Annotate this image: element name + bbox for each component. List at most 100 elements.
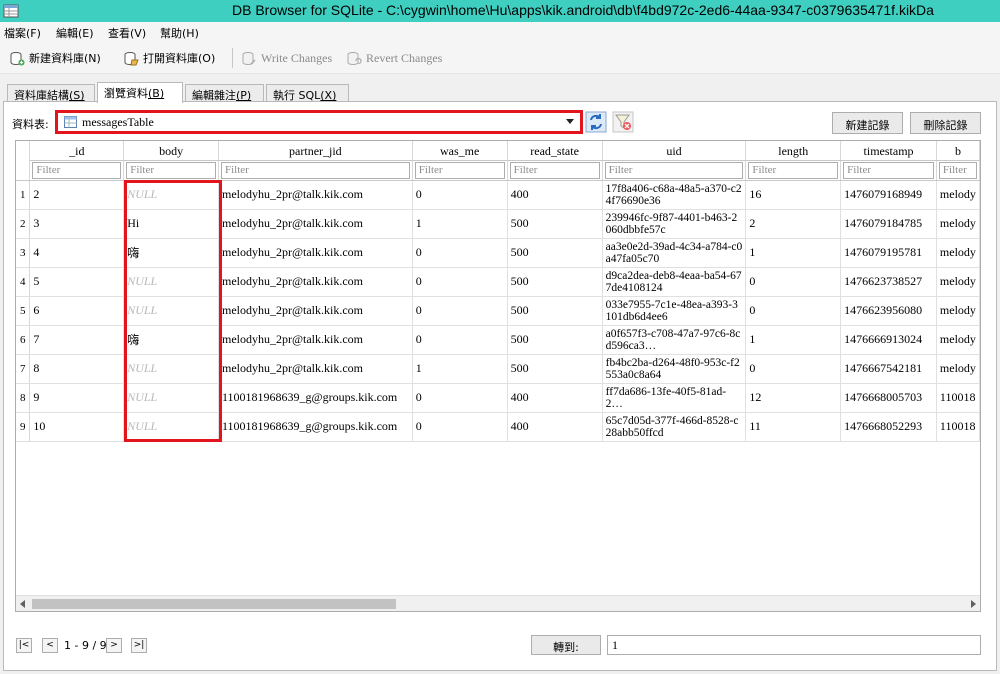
table-cell[interactable]: 400 — [507, 383, 603, 413]
table-cell[interactable]: 1476668052293 — [840, 412, 937, 442]
table-cell[interactable]: 12 — [745, 383, 842, 413]
column-filter-input[interactable]: Filter — [414, 161, 505, 179]
table-cell[interactable]: 1476079168949 — [840, 180, 937, 210]
goto-input[interactable]: 1 — [607, 635, 981, 655]
table-cell[interactable]: melodyhu_2pr@talk.kik.com — [218, 180, 413, 210]
delete-record-button[interactable]: 刪除記錄 — [910, 112, 981, 134]
table-cell[interactable]: 400 — [507, 412, 603, 442]
table-cell[interactable]: a0f657f3-c708-47a7-97c6-8cd596ca3… — [602, 325, 747, 355]
clear-filters-icon[interactable] — [612, 111, 634, 133]
table-cell[interactable]: 110018 — [936, 412, 980, 442]
table-cell[interactable]: melodyhu_2pr@talk.kik.com — [218, 238, 413, 268]
column-filter-input[interactable]: Filter — [748, 161, 839, 179]
table-cell[interactable]: melody — [936, 296, 980, 326]
column-header[interactable]: read_state — [507, 141, 603, 161]
table-cell[interactable]: 3 — [29, 209, 125, 239]
next-page-button[interactable]: > — [106, 638, 122, 653]
column-header[interactable]: was_me — [412, 141, 508, 161]
new-record-button[interactable]: 新建記錄 — [832, 112, 903, 134]
table-cell[interactable]: 500 — [507, 209, 603, 239]
table-cell[interactable]: 17f8a406-c68a-48a5-a370-c24f76690e36 — [602, 180, 747, 210]
table-cell[interactable]: 65c7d05d-377f-466d-8528-c28abb50ffcd — [602, 412, 747, 442]
table-cell[interactable]: 1100181968639_g@groups.kik.com — [218, 412, 413, 442]
table-cell[interactable]: 1 — [412, 209, 508, 239]
table-cell[interactable]: melodyhu_2pr@talk.kik.com — [218, 325, 413, 355]
table-cell[interactable]: 1 — [745, 325, 842, 355]
menu-edit[interactable]: 編輯(E) — [56, 25, 94, 41]
table-cell[interactable]: 2 — [745, 209, 842, 239]
table-cell[interactable]: 0 — [412, 412, 508, 442]
table-cell[interactable]: 500 — [507, 325, 603, 355]
column-header[interactable]: _id — [29, 141, 125, 161]
last-page-button[interactable]: >| — [131, 638, 147, 653]
table-cell[interactable]: melody — [936, 238, 980, 268]
new-database-button[interactable]: 新建資料庫(N) — [10, 48, 101, 68]
table-cell[interactable]: 6 — [29, 296, 125, 326]
table-cell[interactable]: 7 — [29, 325, 125, 355]
tab-execute-sql[interactable]: 執行 SQL(X) — [266, 84, 349, 102]
table-cell[interactable]: 1100181968639_g@groups.kik.com — [218, 383, 413, 413]
table-cell[interactable]: 16 — [745, 180, 842, 210]
table-cell[interactable]: 0 — [412, 325, 508, 355]
table-cell[interactable]: melody — [936, 325, 980, 355]
table-cell[interactable]: 500 — [507, 354, 603, 384]
table-cell[interactable]: 2 — [29, 180, 125, 210]
first-page-button[interactable]: |< — [16, 638, 32, 653]
table-cell[interactable]: 033e7955-7c1e-48ea-a393-3101db6d4ee6 — [602, 296, 747, 326]
table-cell[interactable]: 500 — [507, 296, 603, 326]
column-filter-input[interactable]: Filter — [843, 161, 934, 179]
table-cell[interactable]: 0 — [745, 354, 842, 384]
column-filter-input[interactable]: Filter — [509, 161, 600, 179]
table-cell[interactable]: 1476079184785 — [840, 209, 937, 239]
table-cell[interactable]: aa3e0e2d-39ad-4c34-a784-c0a47fa05c70 — [602, 238, 747, 268]
table-cell[interactable]: 10 — [29, 412, 125, 442]
table-cell[interactable]: 1 — [412, 354, 508, 384]
goto-button[interactable]: 轉到: — [531, 635, 601, 655]
table-cell[interactable]: 1476668005703 — [840, 383, 937, 413]
table-cell[interactable]: 1476079195781 — [840, 238, 937, 268]
open-database-button[interactable]: 打開資料庫(O) — [124, 48, 215, 68]
column-header[interactable]: timestamp — [840, 141, 937, 161]
scroll-left-icon[interactable] — [20, 600, 25, 608]
table-cell[interactable]: 400 — [507, 180, 603, 210]
column-filter-input[interactable]: Filter — [220, 161, 410, 179]
column-filter-input[interactable]: Filter — [32, 161, 122, 179]
table-cell[interactable]: 0 — [412, 238, 508, 268]
write-changes-button[interactable]: Write Changes — [242, 48, 332, 68]
scroll-right-icon[interactable] — [971, 600, 976, 608]
previous-page-button[interactable]: < — [42, 638, 58, 653]
tab-edit-pragmas[interactable]: 編輯雜注(P) — [185, 84, 264, 102]
horizontal-scrollbar[interactable] — [16, 595, 980, 611]
column-filter-input[interactable]: Filter — [126, 161, 216, 179]
tab-browse-data[interactable]: 瀏覽資料(B) — [97, 82, 183, 103]
table-cell[interactable]: 1476667542181 — [840, 354, 937, 384]
menu-help[interactable]: 幫助(H) — [160, 25, 199, 41]
table-cell[interactable]: melody — [936, 180, 980, 210]
table-cell[interactable]: 1476623956080 — [840, 296, 937, 326]
table-cell[interactable]: 1 — [745, 238, 842, 268]
revert-changes-button[interactable]: Revert Changes — [347, 48, 442, 68]
table-cell[interactable]: melodyhu_2pr@talk.kik.com — [218, 296, 413, 326]
column-header[interactable]: body — [123, 141, 219, 161]
table-cell[interactable]: 8 — [29, 354, 125, 384]
table-cell[interactable]: melody — [936, 267, 980, 297]
table-cell[interactable]: melody — [936, 209, 980, 239]
column-header[interactable]: b — [936, 141, 980, 161]
table-cell[interactable]: melody — [936, 354, 980, 384]
table-cell[interactable]: 239946fc-9f87-4401-b463-2060dbbfe57c — [602, 209, 747, 239]
table-cell[interactable]: 500 — [507, 267, 603, 297]
table-cell[interactable]: 0 — [412, 267, 508, 297]
column-header[interactable]: uid — [602, 141, 747, 161]
table-cell[interactable]: melodyhu_2pr@talk.kik.com — [218, 354, 413, 384]
column-header[interactable]: partner_jid — [218, 141, 413, 161]
table-cell[interactable]: ff7da686-13fe-40f5-81ad-2… — [602, 383, 747, 413]
refresh-icon[interactable] — [585, 111, 607, 133]
table-cell[interactable]: melodyhu_2pr@talk.kik.com — [218, 209, 413, 239]
table-cell[interactable]: 1476623738527 — [840, 267, 937, 297]
table-cell[interactable]: 500 — [507, 238, 603, 268]
menu-file[interactable]: 檔案(F) — [4, 25, 41, 41]
table-cell[interactable]: 1476666913024 — [840, 325, 937, 355]
table-cell[interactable]: 5 — [29, 267, 125, 297]
table-cell[interactable]: 0 — [745, 296, 842, 326]
table-cell[interactable]: d9ca2dea-deb8-4eaa-ba54-677de4108124 — [602, 267, 747, 297]
